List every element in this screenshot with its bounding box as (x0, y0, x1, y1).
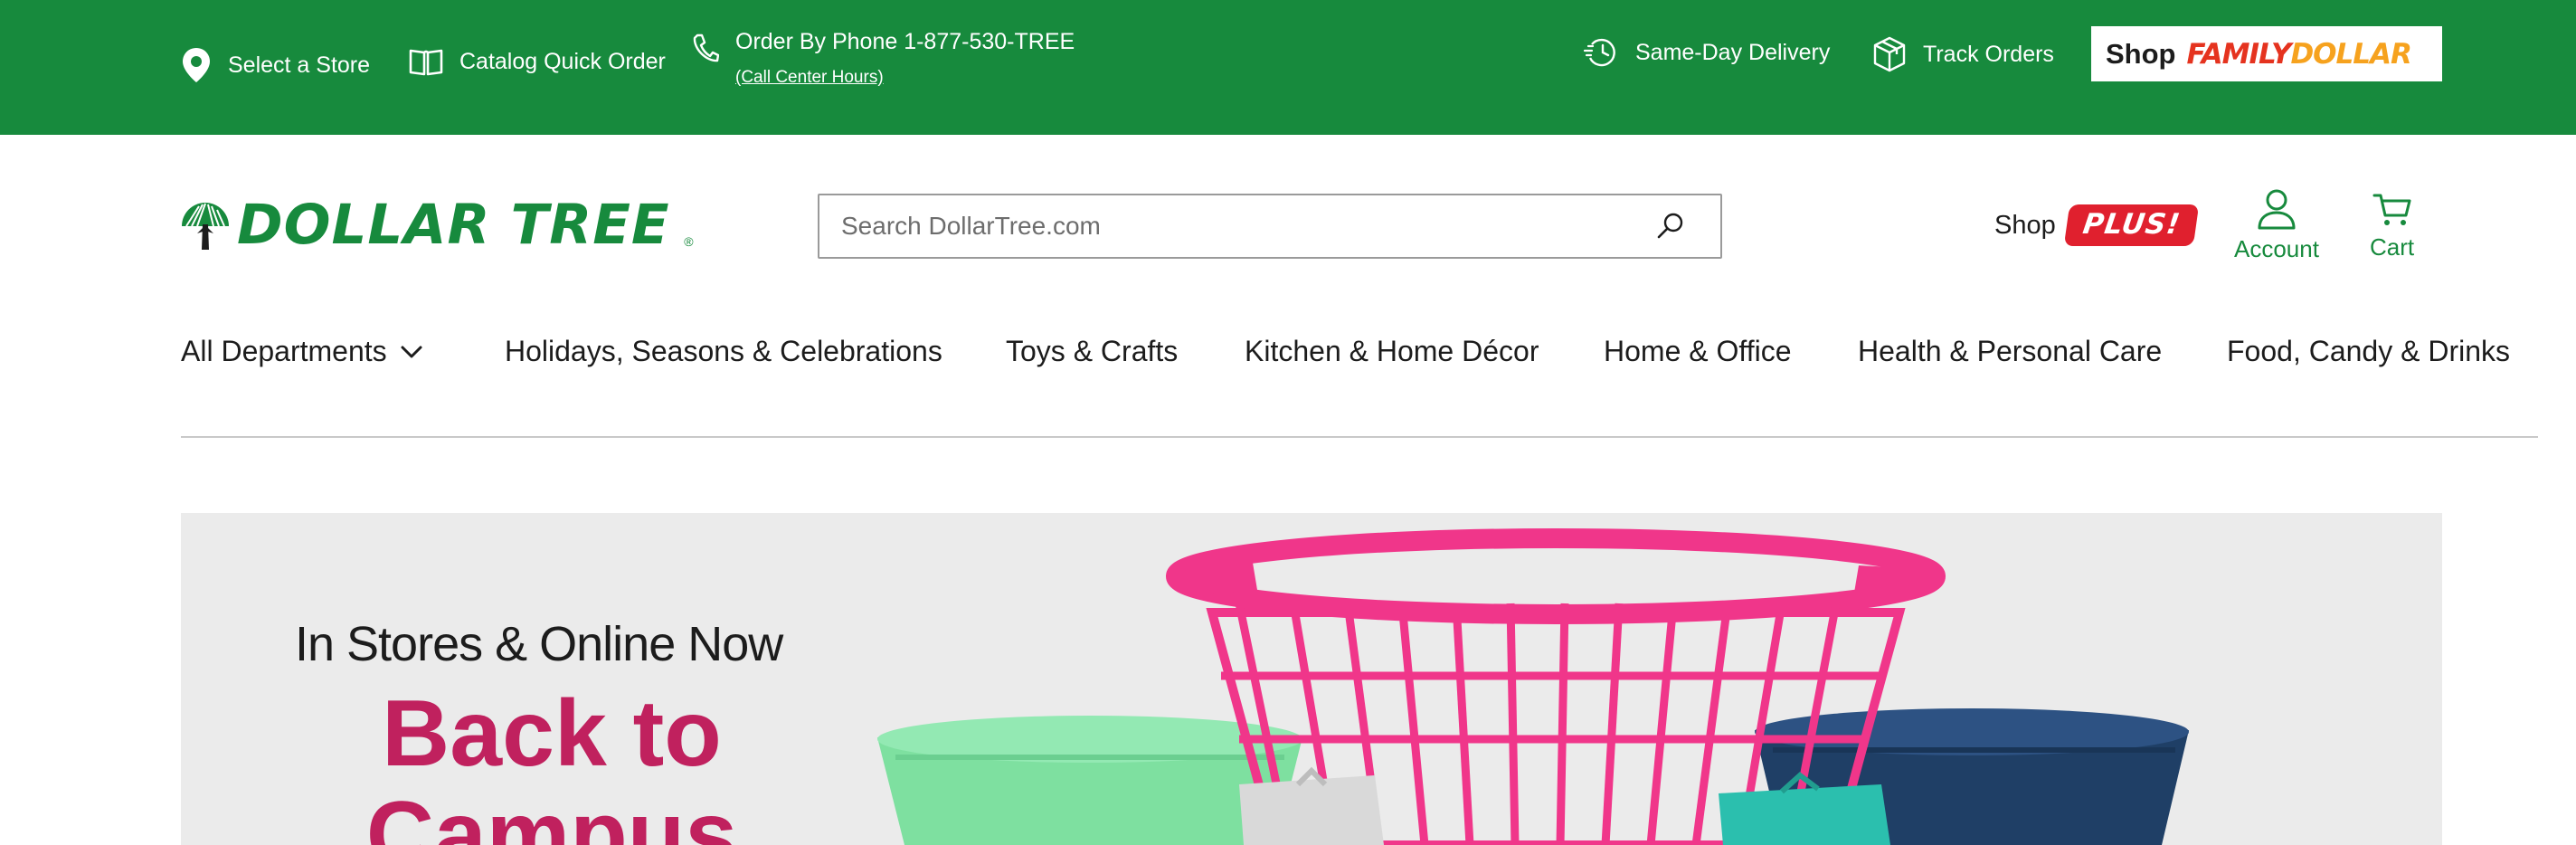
hero-title-line2: Campus (365, 783, 738, 845)
user-icon (2258, 189, 2296, 230)
nav-toys-crafts[interactable]: Toys & Crafts (1006, 335, 1178, 368)
shop-plus-link[interactable]: Shop PLUS! (1994, 204, 2200, 246)
catalog-quick-order-label: Catalog Quick Order (459, 48, 666, 74)
search-icon (1657, 213, 1683, 239)
nav-home-office[interactable]: Home & Office (1604, 335, 1791, 368)
catalog-quick-order-link[interactable]: Catalog Quick Order (409, 47, 666, 76)
utility-bar: Select a Store Catalog Quick Order Order… (0, 0, 2576, 135)
hero-title-line1: Back to (382, 681, 722, 786)
nav-kitchen-home-decor[interactable]: Kitchen & Home Décor (1245, 335, 1539, 368)
hero-title: Back to Campus (353, 683, 751, 845)
call-center-hours-link[interactable]: (Call Center Hours) (735, 68, 1075, 88)
package-box-icon (1873, 36, 1906, 72)
tree-logo-icon (182, 202, 229, 250)
select-store-label: Select a Store (228, 52, 371, 78)
hero-banner[interactable]: In Stores & Online Now Back to Campus (181, 513, 2442, 845)
account-button[interactable]: Account (2234, 188, 2319, 263)
track-orders-label: Track Orders (1923, 41, 2054, 67)
plus-badge: PLUS! (2063, 204, 2200, 246)
cart-icon (2372, 194, 2411, 225)
phone-order-label: Order By Phone 1-877-530-TREE (735, 29, 1075, 54)
nav-food-candy-drinks[interactable]: Food, Candy & Drinks (2227, 335, 2510, 368)
shop-family-dollar-button[interactable]: Shop FAMILYDOLLAR (2091, 26, 2442, 81)
cart-label: Cart (2370, 233, 2415, 261)
select-store-link[interactable]: Select a Store (181, 47, 370, 83)
search-bar (818, 194, 1722, 259)
same-day-delivery-label: Same-Day Delivery (1635, 39, 1831, 65)
clock-arrow-icon (1583, 38, 1615, 67)
dollar-tree-logo[interactable]: DOLLAR TREE ® (179, 197, 694, 252)
account-label: Account (2234, 235, 2319, 262)
cart-button[interactable]: Cart (2370, 192, 2414, 261)
nav-all-departments-label: All Departments (181, 335, 387, 367)
chevron-down-icon (401, 346, 422, 357)
plus-shop-label: Shop (1994, 210, 2056, 240)
logo-wordmark: DOLLAR TREE (237, 193, 670, 257)
open-book-icon (409, 49, 443, 76)
search-button[interactable] (1639, 195, 1702, 257)
hero-subtitle: In Stores & Online Now (295, 617, 783, 671)
nav-holidays-seasons-celebrations[interactable]: Holidays, Seasons & Celebrations (505, 335, 942, 368)
phone-icon (693, 33, 719, 62)
same-day-delivery-link[interactable]: Same-Day Delivery (1583, 36, 1830, 69)
nav-health-personal-care[interactable]: Health & Personal Care (1858, 335, 2162, 368)
nav-all-departments[interactable]: All Departments (181, 335, 423, 368)
search-input[interactable] (819, 195, 1639, 257)
family-dollar-logo: FAMILYDOLLAR (2186, 37, 2412, 71)
track-orders-link[interactable]: Track Orders (1872, 36, 2054, 72)
map-pin-icon (183, 48, 210, 82)
logo-registered-mark: ® (684, 234, 694, 249)
family-dollar-shop-label: Shop (2106, 37, 2176, 70)
order-by-phone: Order By Phone 1-877-530-TREE (Call Cent… (692, 29, 1075, 88)
nav-divider (181, 436, 2538, 438)
